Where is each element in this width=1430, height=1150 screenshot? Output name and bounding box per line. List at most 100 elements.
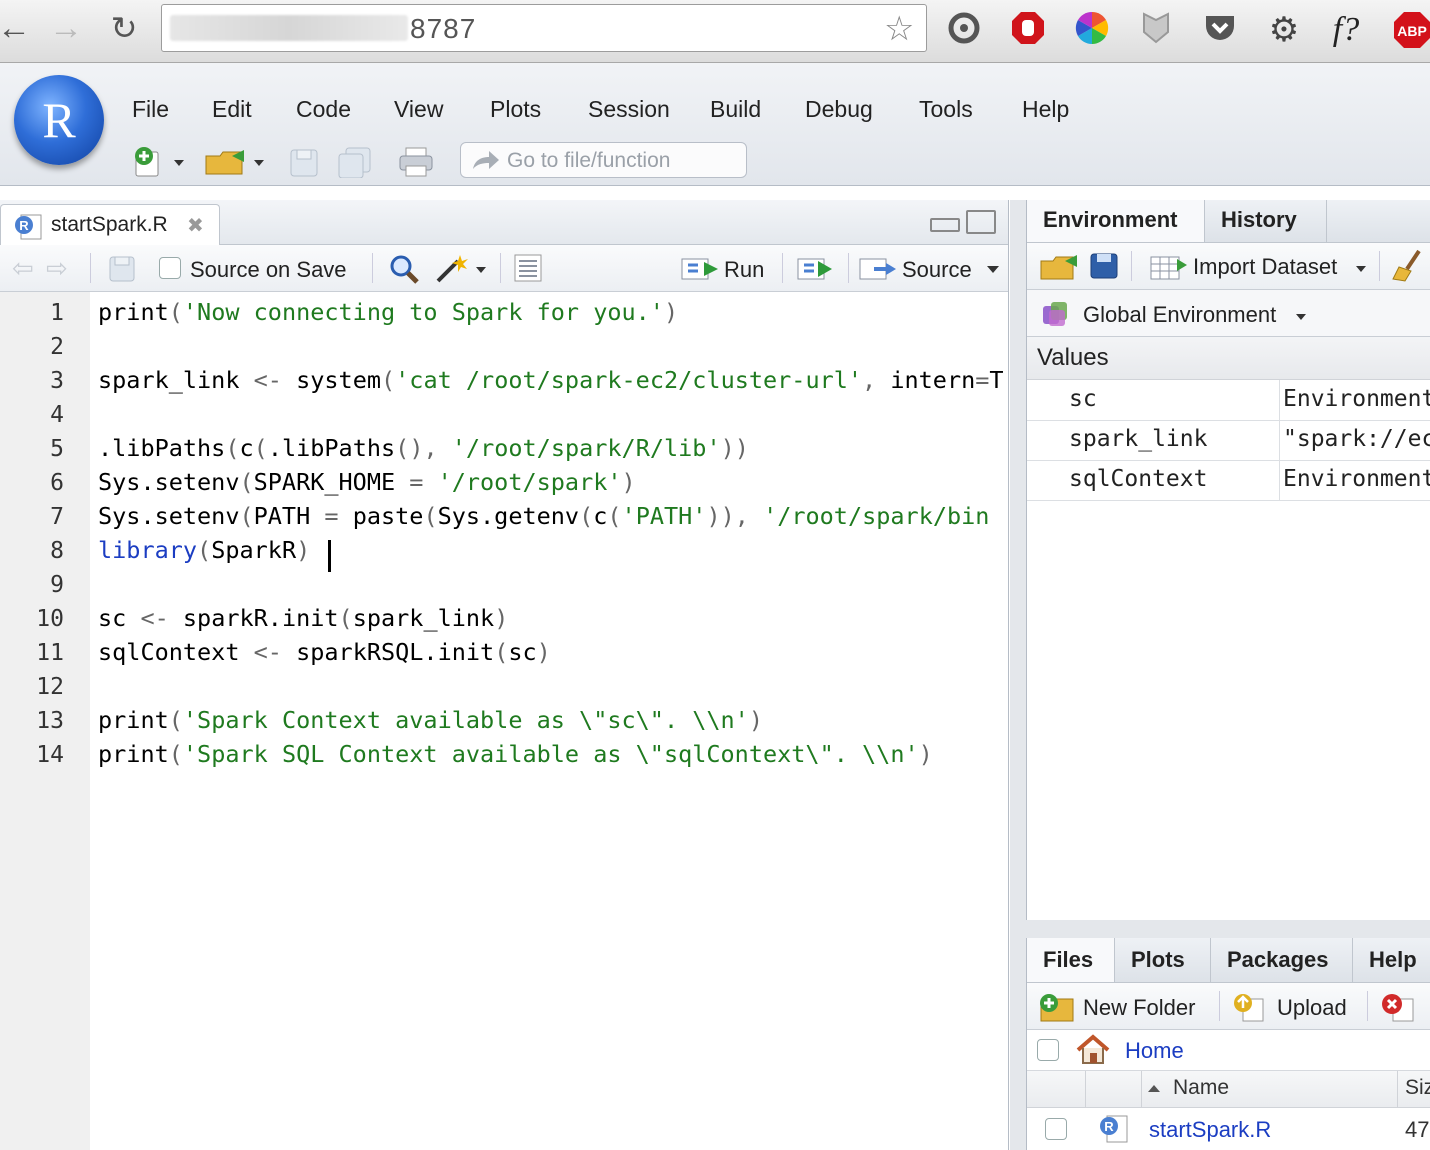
code-line[interactable]: .libPaths(c(.libPaths(), '/root/spark/R/… [98,434,749,462]
menu-session[interactable]: Session [588,96,670,123]
editor-tab-startspark[interactable]: R startSpark.R ✖ [0,204,220,246]
home-icon[interactable] [1075,1034,1111,1066]
file-name-link[interactable]: startSpark.R [1149,1117,1271,1143]
tab-history[interactable]: History [1205,200,1327,242]
column-divider [1141,1071,1142,1107]
select-all-checkbox[interactable] [1037,1039,1059,1061]
nav-forward-icon[interactable]: ⇨ [46,255,68,281]
name-column-header[interactable]: Name [1173,1076,1229,1100]
load-workspace-icon[interactable] [1039,251,1079,281]
goto-file-function-input[interactable]: Go to file/function [460,142,747,178]
code-line[interactable]: Sys.setenv(PATH = paste(Sys.getenv(c('PA… [98,502,989,530]
tab-environment[interactable]: Environment [1027,200,1205,242]
reload-icon[interactable]: ↻ [104,8,144,48]
source-icon[interactable] [858,255,900,283]
toolbar-divider [848,253,849,283]
menu-view[interactable]: View [394,96,443,123]
stop-hand-icon[interactable] [1008,10,1048,50]
new-folder-icon[interactable] [1037,991,1077,1023]
tab-help[interactable]: Help [1353,938,1430,982]
environment-pane: Environment History Import Dataset Globa… [1026,200,1430,920]
maximize-pane-icon[interactable] [966,210,996,234]
line-number: 11 [36,640,64,666]
import-dataset-icon[interactable] [1149,253,1189,281]
tab-packages[interactable]: Packages [1211,938,1353,982]
code-line[interactable]: print('Spark Context available as \"sc\"… [98,706,763,734]
code-line[interactable]: spark_link <- system('cat /root/spark-ec… [98,366,1004,394]
gear-icon[interactable]: ⚙ [1264,10,1304,50]
adblock-icon[interactable]: ABP [1392,10,1430,50]
menu-code[interactable]: Code [296,96,351,123]
open-folder-icon[interactable] [204,146,268,176]
source-on-save-checkbox[interactable] [159,257,181,279]
sort-ascending-icon [1148,1085,1160,1092]
tab-files[interactable]: Files [1027,938,1115,982]
pane-splitter-vertical[interactable] [1010,200,1026,1150]
code-line[interactable]: sc <- sparkR.init(spark_link) [98,604,508,632]
svg-text:R: R [1104,1119,1114,1134]
search-icon[interactable] [388,253,420,285]
file-row[interactable]: R startSpark.R 47 [1027,1108,1430,1150]
source-editor-pane: R startSpark.R ✖ ⇦ ⇨ Source on Save Run … [0,200,1009,1150]
source-dropdown-icon[interactable] [986,265,1000,275]
code-line[interactable]: Sys.setenv(SPARK_HOME = '/root/spark') [98,468,636,496]
code-lines[interactable]: print('Now connecting to Spark for you.'… [90,292,1008,1150]
print-icon[interactable] [398,146,434,177]
upload-icon[interactable] [1231,991,1267,1023]
environment-scope-selector[interactable]: Global Environment [1027,290,1430,337]
nav-back-icon[interactable]: ⇦ [12,255,34,281]
minimize-pane-icon[interactable] [930,218,960,232]
address-bar[interactable]: 8787 ☆ [161,4,927,52]
r-file-icon: R [15,214,42,240]
code-line[interactable]: library(SparkR) [98,536,310,564]
bookmark-star-icon[interactable]: ☆ [884,9,914,49]
shield-icon[interactable] [1136,10,1176,50]
file-row-checkbox[interactable] [1045,1118,1067,1140]
extension-sync-icon[interactable] [944,10,984,50]
menu-tools[interactable]: Tools [919,96,973,123]
clear-workspace-broom-icon[interactable] [1389,249,1429,283]
font-finder-icon[interactable]: f? [1326,10,1366,50]
code-line[interactable]: print('Spark SQL Context available as \"… [98,740,933,768]
menu-plots[interactable]: Plots [490,96,541,123]
save-workspace-icon[interactable] [1089,252,1119,280]
tab-plots[interactable]: Plots [1115,938,1211,982]
env-row[interactable]: sqlContext Environment [1027,460,1430,501]
upload-button[interactable]: Upload [1277,995,1347,1021]
source-on-save-label: Source on Save [190,257,347,282]
import-dataset-button[interactable]: Import Dataset [1193,254,1337,280]
color-wheel-icon[interactable] [1072,10,1112,50]
delete-icon[interactable] [1379,991,1419,1023]
code-line[interactable]: print('Now connecting to Spark for you.'… [98,298,678,326]
menu-edit[interactable]: Edit [212,96,252,123]
env-row[interactable]: sc Environment [1027,380,1430,421]
code-area[interactable]: print('Now connecting to Spark for you.'… [90,292,1008,1150]
close-tab-icon[interactable]: ✖ [187,213,204,238]
new-file-icon[interactable] [132,146,188,177]
home-path-link[interactable]: Home [1125,1038,1184,1064]
save-icon[interactable] [288,146,320,177]
back-arrow-icon[interactable]: ← [0,8,34,48]
source-button[interactable]: Source [902,257,972,283]
env-row[interactable]: spark_link "spark://ec [1027,420,1430,461]
code-line[interactable]: sqlContext <- sparkRSQL.init(sc) [98,638,551,666]
pocket-icon[interactable] [1200,10,1240,50]
code-tools-wand-icon[interactable] [434,251,490,285]
run-icon[interactable] [680,255,722,283]
menu-debug[interactable]: Debug [805,96,873,123]
forward-arrow-icon[interactable]: → [46,8,86,48]
menu-help[interactable]: Help [1022,96,1069,123]
size-column-header[interactable]: Siz [1405,1076,1430,1100]
menu-build[interactable]: Build [710,96,761,123]
run-button[interactable]: Run [724,257,764,283]
import-dropdown-icon[interactable] [1355,265,1367,273]
files-tab-bar: Files Plots Packages Help [1027,938,1430,983]
save-all-icon[interactable] [336,146,376,179]
new-folder-button[interactable]: New Folder [1083,995,1195,1021]
editor-tab-label: startSpark.R [51,213,168,236]
compile-report-icon[interactable] [512,253,544,283]
editor-save-icon[interactable] [108,255,136,283]
menu-file[interactable]: File [132,96,169,123]
rerun-icon[interactable] [796,255,838,283]
pane-splitter-horizontal[interactable] [1026,920,1430,938]
